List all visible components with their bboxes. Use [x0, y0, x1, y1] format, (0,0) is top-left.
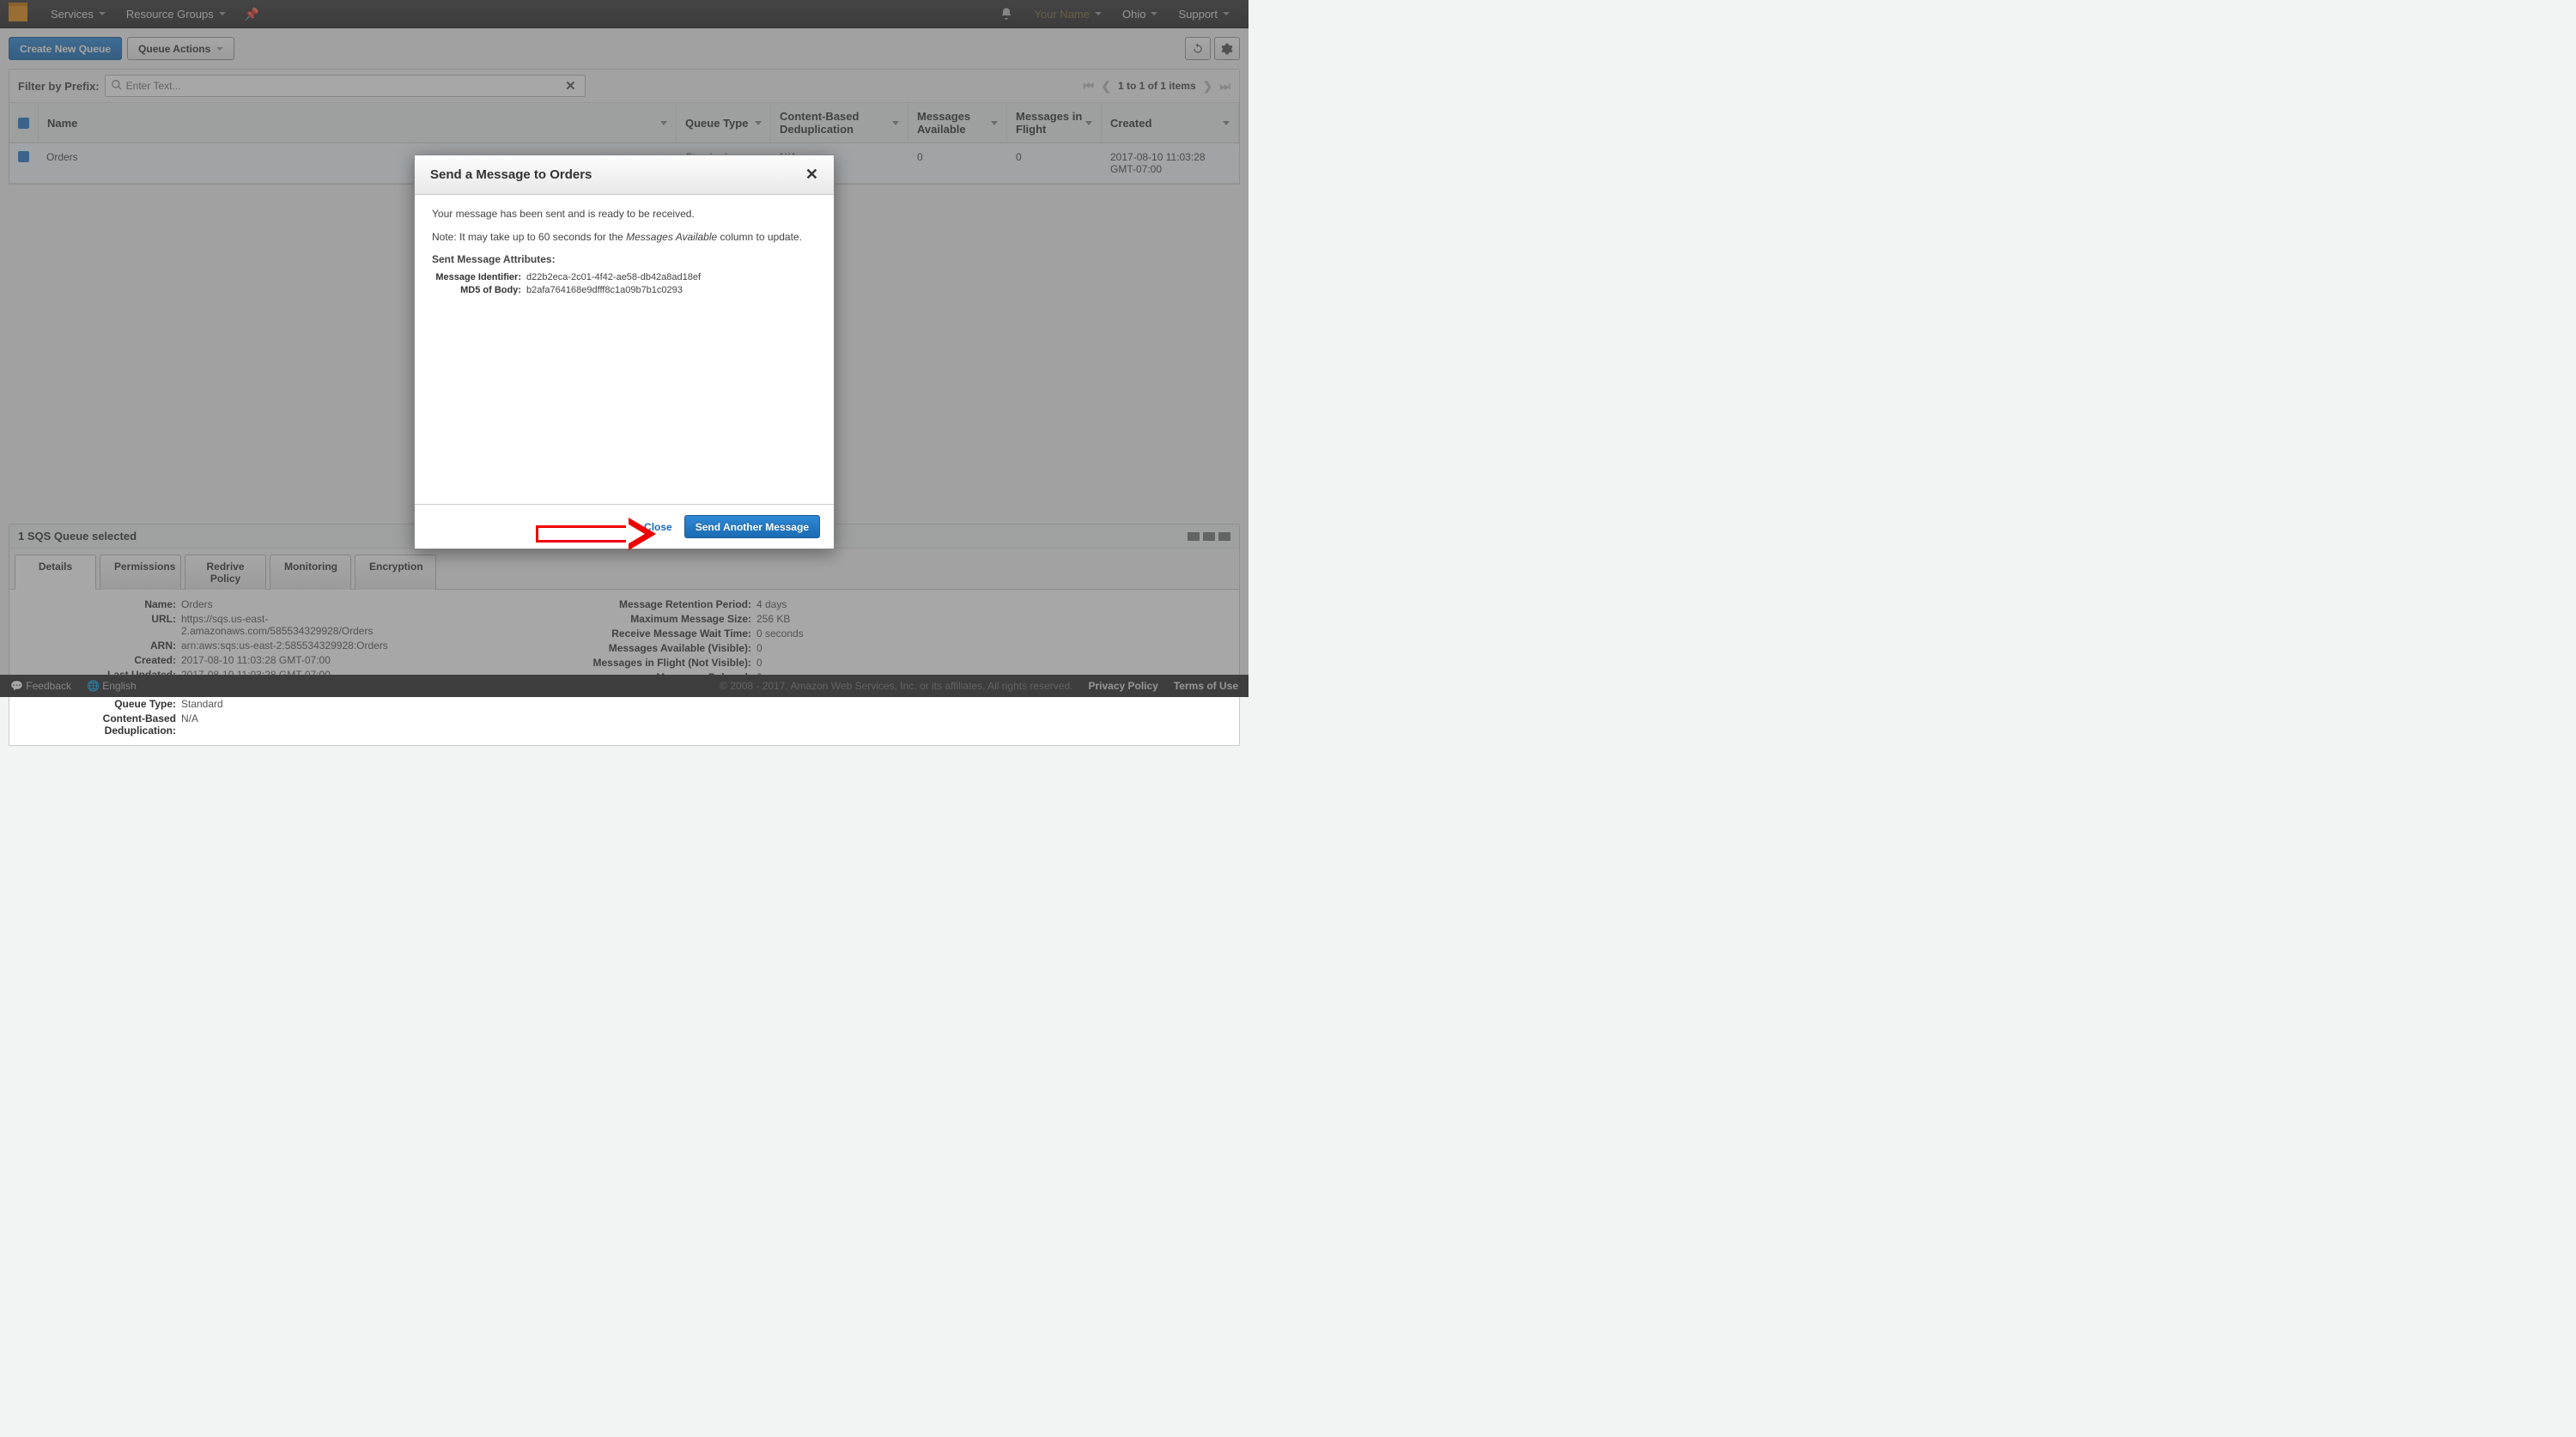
detail-dedup: N/A: [181, 712, 198, 737]
md5-body-value: b2afa764168e9dfff8c1a09b7b1c0293: [526, 285, 683, 295]
sent-attributes-heading: Sent Message Attributes:: [432, 253, 817, 265]
modal-note-text: Note: It may take up to 60 seconds for t…: [432, 230, 817, 245]
modal-title: Send a Message to Orders: [430, 167, 592, 182]
send-another-button[interactable]: Send Another Message: [684, 515, 820, 538]
close-icon[interactable]: ✕: [805, 166, 818, 184]
detail-queue-type: Standard: [181, 698, 223, 710]
modal-confirmation-text: Your message has been sent and is ready …: [432, 207, 817, 221]
send-message-modal: Send a Message to Orders ✕ Your message …: [414, 155, 835, 549]
message-identifier-value: d22b2eca-2c01-4f42-ae58-db42a8ad18ef: [526, 272, 701, 282]
close-button[interactable]: Close: [644, 521, 672, 533]
